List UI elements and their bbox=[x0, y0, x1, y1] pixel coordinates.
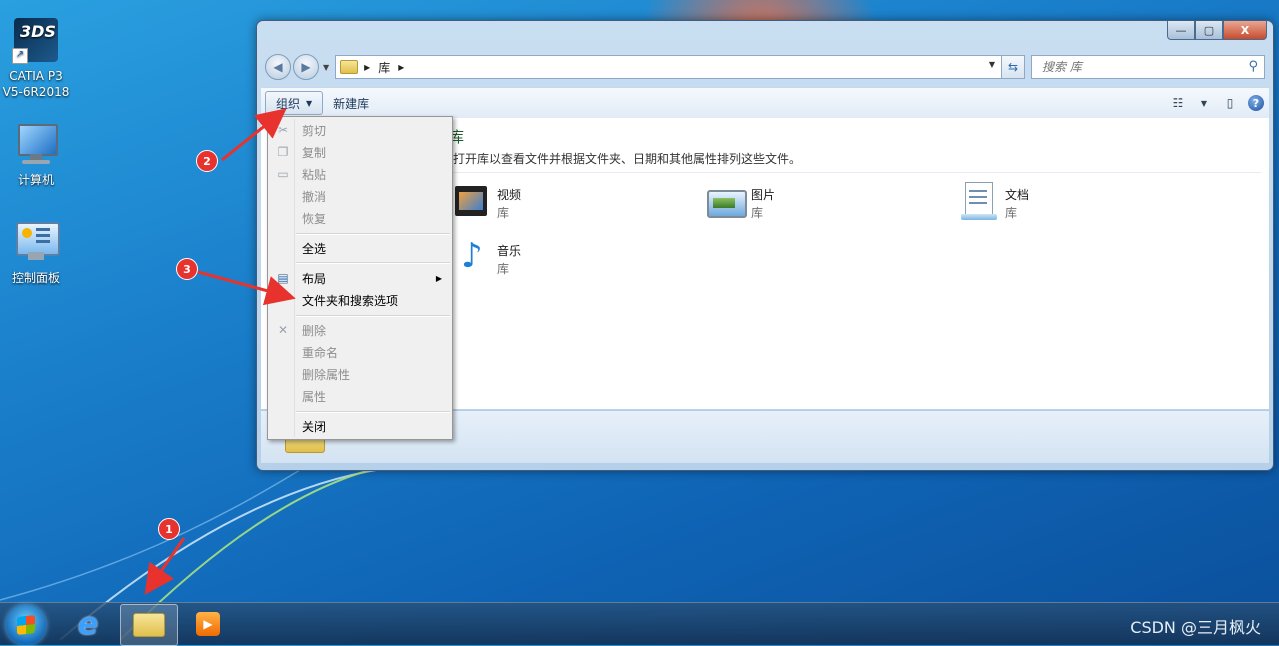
step-badge-1: 1 bbox=[158, 518, 180, 540]
arrow-to-folder-options bbox=[197, 270, 296, 306]
taskbar: e ▶ bbox=[0, 602, 1279, 646]
arrow-to-organize bbox=[221, 108, 287, 162]
media-player-icon: ▶ bbox=[196, 612, 220, 636]
watermark: CSDN @三月枫火 bbox=[1130, 618, 1261, 637]
internet-explorer-icon: e bbox=[77, 606, 99, 642]
step-badge-2: 2 bbox=[196, 150, 218, 172]
file-explorer-icon bbox=[133, 613, 165, 637]
annotation-arrows bbox=[144, 108, 296, 595]
taskbar-internet-explorer[interactable]: e bbox=[60, 604, 116, 644]
arrow-to-explorer-taskbar bbox=[144, 537, 186, 595]
taskbar-file-explorer[interactable] bbox=[120, 604, 178, 646]
start-button[interactable] bbox=[6, 605, 46, 645]
step-badge-3: 3 bbox=[176, 258, 198, 280]
windows-logo-icon bbox=[17, 615, 35, 635]
taskbar-media-player[interactable]: ▶ bbox=[180, 604, 236, 644]
